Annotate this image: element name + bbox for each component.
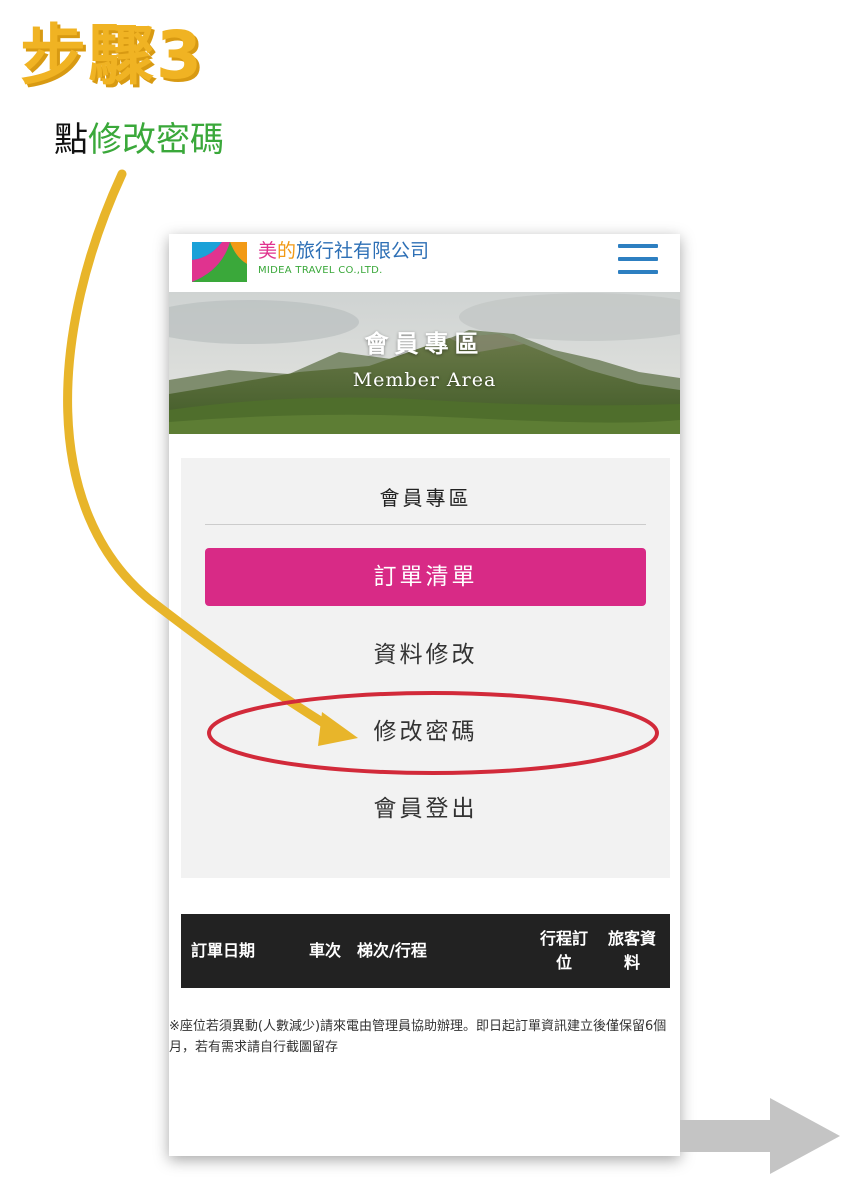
brand-name: 美的旅行社有限公司 — [258, 238, 429, 264]
hero-title: 會員專區 — [364, 330, 485, 358]
divider — [205, 524, 646, 525]
column-train-number: 車次 — [309, 941, 342, 960]
step-title: 步驟3 — [20, 17, 204, 94]
instruction-highlight: 修改密碼 — [88, 120, 224, 160]
top-bar: 美的旅行社有限公司 MIDEA TRAVEL CO.,LTD. — [169, 234, 680, 292]
menu-item-logout[interactable]: 會員登出 — [205, 780, 646, 838]
instruction: 點修改密碼 — [54, 118, 224, 162]
column-trip: 梯次/行程 — [357, 941, 427, 960]
column-order-date: 訂單日期 — [191, 941, 256, 960]
brand-name-part1: 美 — [258, 240, 278, 262]
company-logo-icon — [192, 242, 247, 282]
phone-screenshot: 美的旅行社有限公司 MIDEA TRAVEL CO.,LTD. 會員專區 Mem… — [169, 234, 680, 1156]
instruction-prefix: 點 — [54, 120, 88, 160]
hero-banner: 會員專區 Member Area — [169, 292, 680, 434]
hamburger-menu-icon[interactable] — [618, 244, 658, 276]
menu-item-order-list[interactable]: 訂單清單 — [205, 548, 646, 606]
column-trip-booking: 行程訂位 — [539, 929, 588, 972]
hero-subtitle: Member Area — [352, 369, 497, 391]
mountain-landscape-image — [169, 292, 680, 434]
notice-text: ※座位若須異動(人數減少)請來電由管理員協助辦理。即日起訂單資訊建立後僅保留6個… — [169, 1019, 667, 1055]
brand-name-english: MIDEA TRAVEL CO.,LTD. — [258, 265, 383, 276]
brand-name-part3: 旅行社有限公司 — [296, 240, 430, 262]
member-menu-heading: 會員專區 — [379, 486, 472, 510]
brand-name-part2: 的 — [277, 240, 297, 262]
menu-item-change-password[interactable]: 修改密碼 — [205, 703, 646, 761]
member-menu-panel: 會員專區 訂單清單 資料修改 修改密碼 會員登出 — [181, 458, 670, 878]
next-step-arrow-icon — [680, 1098, 840, 1174]
column-passenger-info: 旅客資料 — [607, 929, 656, 972]
menu-item-edit-profile[interactable]: 資料修改 — [205, 626, 646, 684]
order-table-header: 訂單日期 車次 梯次/行程 行程訂位 旅客資料 — [181, 914, 670, 988]
